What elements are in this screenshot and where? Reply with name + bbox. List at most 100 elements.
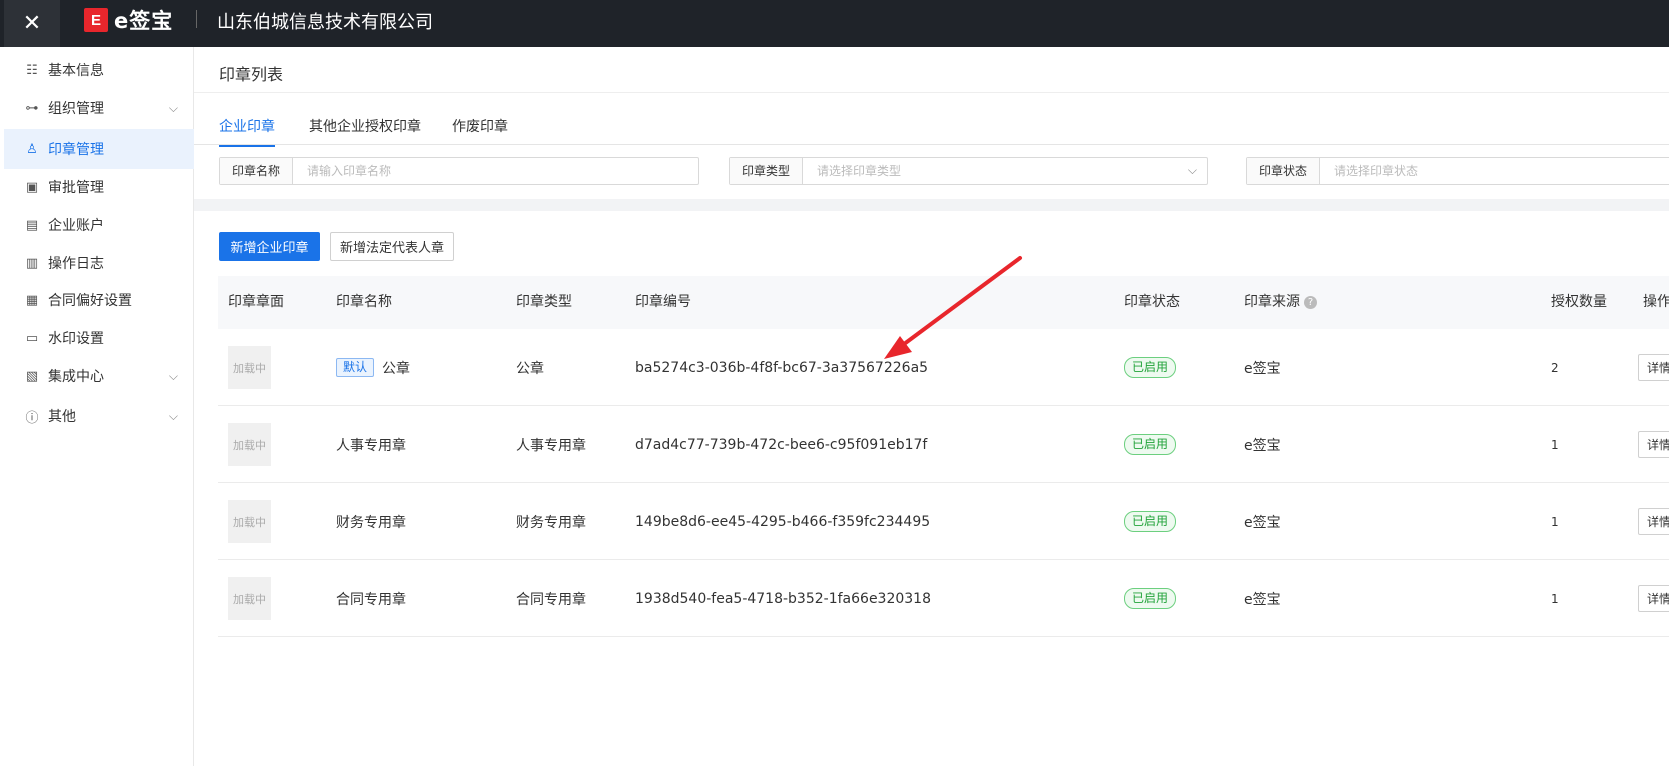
table-row: 加载中 人事专用章 人事专用章 d7ad4c77-739b-472c-bee6-c95… bbox=[218, 406, 1669, 483]
seal-thumbnail: 加载中 bbox=[228, 346, 271, 389]
tabs-divider bbox=[194, 144, 1669, 145]
seal-type: 人事专用章 bbox=[516, 437, 586, 454]
cell-face: 加载中 bbox=[228, 483, 271, 560]
table-row: 加载中 财务专用章 财务专用章 149be8d6-ee45-4295-b466-f35… bbox=[218, 483, 1669, 560]
watermark-icon: ▭ bbox=[25, 330, 39, 346]
seal-auth-count: 2 bbox=[1551, 360, 1559, 375]
contract-icon: ▦ bbox=[25, 292, 39, 308]
sidebar-item[interactable]: ▥ 操作日志 bbox=[4, 243, 194, 283]
seal-code: 149be8d6-ee45-4295-b466-f359fc234495 bbox=[635, 513, 931, 530]
logo-text: e签宝 bbox=[114, 9, 174, 33]
sidebar-item[interactable]: ▦ 合同偏好设置 bbox=[4, 280, 194, 320]
seal-status-filter-label: 印章状态 bbox=[1247, 158, 1321, 184]
add-enterprise-seal-button[interactable]: 新增企业印章 bbox=[219, 232, 320, 261]
header-type: 印章类型 bbox=[516, 294, 572, 310]
status-badge: 已启用 bbox=[1124, 588, 1177, 609]
tab-authorized-seals[interactable]: 其他企业授权印章 bbox=[309, 107, 421, 147]
cell-face: 加载中 bbox=[228, 329, 271, 406]
info-card-icon: ☷ bbox=[26, 62, 38, 78]
title-divider bbox=[194, 92, 1669, 93]
seal-status-select[interactable] bbox=[1320, 158, 1669, 184]
seal-name-input[interactable] bbox=[293, 158, 698, 184]
table-row: 加载中 合同专用章 合同专用章 1938d540-fea5-4718-b352-1fa… bbox=[218, 560, 1669, 637]
cell-action: 详情 bbox=[1638, 329, 1669, 406]
header-action: 操作 bbox=[1643, 294, 1669, 310]
main-content: 印章列表 企业印章 其他企业授权印章 作废印章 印章名称 印章类型 ⌵ 印章状态… bbox=[194, 47, 1669, 766]
cell-name: 合同专用章 bbox=[336, 560, 406, 637]
cell-code: 149be8d6-ee45-4295-b466-f359fc234495 bbox=[635, 483, 930, 560]
seal-code: ba5274c3-036b-4f8f-bc67-3a37567226a5 bbox=[635, 359, 929, 376]
cell-auth-count: 1 bbox=[1551, 483, 1559, 560]
help-icon[interactable]: ? bbox=[1304, 295, 1317, 309]
cell-type: 财务专用章 bbox=[516, 483, 586, 560]
seal-code: d7ad4c77-739b-472c-bee6-c95f091eb17f bbox=[635, 436, 928, 453]
cell-source: e签宝 bbox=[1244, 406, 1281, 483]
detail-button[interactable]: 详情 bbox=[1638, 585, 1669, 612]
section-separator bbox=[194, 199, 1669, 211]
detail-button[interactable]: 详情 bbox=[1638, 354, 1669, 381]
cell-status: 已启用 bbox=[1124, 406, 1177, 483]
cell-code: d7ad4c77-739b-472c-bee6-c95f091eb17f bbox=[635, 406, 927, 483]
cell-type: 公章 bbox=[516, 329, 544, 406]
tab-enterprise-seals[interactable]: 企业印章 bbox=[219, 107, 275, 147]
cell-code: ba5274c3-036b-4f8f-bc67-3a37567226a5 bbox=[635, 329, 928, 406]
sidebar-item[interactable]: ♙ 印章管理 bbox=[4, 129, 194, 169]
chevron-down-icon[interactable]: ⌵ bbox=[169, 409, 178, 424]
sidebar-item[interactable]: ▣ 审批管理 bbox=[4, 167, 194, 207]
seal-auth-count: 1 bbox=[1551, 591, 1559, 606]
close-icon[interactable]: ✕ bbox=[4, 0, 60, 47]
cell-status: 已启用 bbox=[1124, 329, 1177, 406]
sidebar-item[interactable]: ⓘ 其他 ⌵ bbox=[4, 396, 194, 436]
top-bar: ✕ E e签宝 山东伯城信息技术有限公司 bbox=[0, 0, 1669, 47]
detail-button[interactable]: 详情 bbox=[1638, 431, 1669, 458]
building-icon: ▤ bbox=[25, 217, 39, 233]
seal-code: 1938d540-fea5-4718-b352-1fa66e320318 bbox=[635, 590, 931, 607]
seal-source: e签宝 bbox=[1244, 437, 1281, 454]
cell-source: e签宝 bbox=[1244, 329, 1281, 406]
sidebar: ☷ 基本信息 ⊶ 组织管理 ⌵ ♙ 印章管理 ▣ 审批管理 ▤ 企业账户 ▥ 操作日志 ▦ 合同偏好设置 ▭ 水… bbox=[4, 47, 194, 766]
status-badge: 已启用 bbox=[1124, 511, 1177, 532]
chevron-down-icon[interactable]: ⌵ bbox=[169, 369, 178, 384]
table-header: 印章章面 印章名称 印章类型 印章编号 印章状态 印章来源? 授权数量 操作 bbox=[218, 276, 1669, 329]
sidebar-item[interactable]: ▤ 企业账户 bbox=[4, 205, 194, 245]
sidebar-item-label: 印章管理 bbox=[48, 142, 104, 158]
seal-status-filter: 印章状态 bbox=[1246, 157, 1669, 185]
cell-type: 合同专用章 bbox=[516, 560, 586, 637]
esign-logo: E e签宝 bbox=[84, 7, 173, 33]
cell-face: 加载中 bbox=[228, 560, 271, 637]
cell-source: e签宝 bbox=[1244, 483, 1281, 560]
seal-source: e签宝 bbox=[1244, 514, 1281, 531]
sidebar-item-label: 基本信息 bbox=[48, 63, 104, 79]
sidebar-item[interactable]: ▧ 集成中心 ⌵ bbox=[4, 356, 194, 396]
table-row: 加载中 默认 公章 公章 ba5274c3-036b-4f8f-bc67-3a37567… bbox=[218, 329, 1669, 406]
status-badge: 已启用 bbox=[1124, 434, 1177, 455]
header-source-label: 印章来源 bbox=[1244, 294, 1300, 310]
chevron-down-icon[interactable]: ⌵ bbox=[169, 101, 178, 116]
cell-auth-count: 1 bbox=[1551, 406, 1559, 483]
sidebar-item[interactable]: ⊶ 组织管理 ⌵ bbox=[4, 88, 194, 128]
seal-type-filter-label: 印章类型 bbox=[730, 158, 804, 184]
page-title: 印章列表 bbox=[219, 65, 284, 84]
seal-name: 公章 bbox=[382, 360, 411, 377]
topbar-divider bbox=[196, 10, 197, 28]
cell-name: 默认 公章 bbox=[336, 329, 410, 406]
header-face: 印章章面 bbox=[228, 294, 284, 310]
seal-thumbnail: 加载中 bbox=[228, 423, 271, 466]
sidebar-item[interactable]: ▭ 水印设置 bbox=[4, 318, 194, 358]
header-auth-count: 授权数量 bbox=[1551, 294, 1607, 310]
add-legal-rep-seal-button[interactable]: 新增法定代表人章 bbox=[330, 232, 454, 261]
seal-type: 财务专用章 bbox=[516, 514, 586, 531]
log-icon: ▥ bbox=[25, 255, 39, 271]
cell-action: 详情 bbox=[1638, 483, 1669, 560]
cell-status: 已启用 bbox=[1124, 483, 1177, 560]
stamp-icon: ♙ bbox=[26, 141, 38, 157]
sidebar-item-label: 集成中心 bbox=[48, 369, 104, 385]
header-source: 印章来源? bbox=[1244, 276, 1317, 329]
cell-face: 加载中 bbox=[228, 406, 271, 483]
sidebar-item-label: 组织管理 bbox=[48, 101, 104, 117]
seal-type-select[interactable] bbox=[803, 158, 1207, 184]
tab-voided-seals[interactable]: 作废印章 bbox=[452, 107, 508, 147]
company-name: 山东伯城信息技术有限公司 bbox=[217, 12, 433, 33]
sidebar-item[interactable]: ☷ 基本信息 bbox=[4, 50, 194, 90]
detail-button[interactable]: 详情 bbox=[1638, 508, 1669, 535]
